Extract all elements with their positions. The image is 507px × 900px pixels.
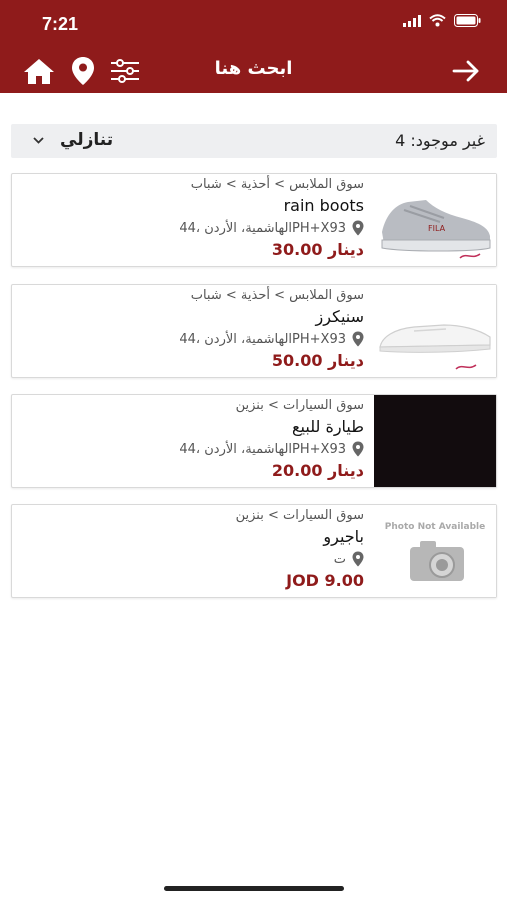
- signal-icon: [403, 14, 421, 27]
- sort-bar: تنازلي غير موجود: 4: [11, 124, 497, 158]
- listing-price: دينار 50.00: [271, 351, 364, 370]
- photo-not-available-text: Photo Not Available: [385, 522, 485, 532]
- sort-order-label: تنازلي: [60, 130, 114, 150]
- listing-card[interactable]: سوق السيارات > بنزين طيارة للبيع الهاشمي…: [11, 394, 497, 488]
- svg-text:FILA: FILA: [428, 224, 446, 233]
- listing-location: الهاشمية، الأردن ،44PH+X93: [179, 331, 364, 347]
- dark-photo-image: [374, 395, 496, 487]
- listing-category: سوق الملابس > أحذية > شباب: [190, 177, 364, 192]
- app-header: 7:21 ابحث هنا: [0, 0, 507, 93]
- location-text: ت: [333, 551, 346, 567]
- listing-info: سوق السيارات > بنزين طيارة للبيع الهاشمي…: [24, 395, 364, 487]
- location-pin-icon: [352, 551, 364, 567]
- listing-card[interactable]: سوق الملابس > أحذية > شباب سنيكرز الهاشم…: [11, 284, 497, 378]
- listing-price: دينار 20.00: [271, 461, 364, 480]
- listing-image: [374, 395, 496, 487]
- status-bar: 7:21: [0, 0, 507, 48]
- results-count: غير موجود: 4: [395, 131, 485, 150]
- status-time: 7:21: [42, 14, 79, 34]
- camera-placeholder-icon: Photo Not Available: [374, 505, 496, 597]
- listing-category: سوق السيارات > بنزين: [235, 508, 364, 523]
- listing-image: [374, 285, 496, 377]
- listing-info: سوق الملابس > أحذية > شباب rain boots ال…: [24, 174, 364, 266]
- status-icons: [403, 14, 481, 27]
- listing-location: الهاشمية، الأردن ،44PH+X93: [179, 220, 364, 236]
- home-indicator[interactable]: [164, 886, 344, 891]
- listing-card[interactable]: FILA سوق الملابس > أحذية > شباب rain boo…: [11, 173, 497, 267]
- white-sneaker-image: [374, 285, 496, 377]
- listing-category: سوق السيارات > بنزين: [235, 398, 364, 413]
- sort-dropdown[interactable]: تنازلي: [33, 130, 113, 150]
- listing-card[interactable]: Photo Not Available سوق السيارات > بنزين…: [11, 504, 497, 598]
- listing-title: سنيكرز: [315, 307, 364, 326]
- wifi-icon: [429, 14, 446, 27]
- forward-button[interactable]: [449, 54, 483, 88]
- listing-location: ت: [334, 551, 364, 567]
- location-pin-icon: [352, 220, 364, 236]
- search-title[interactable]: ابحث هنا: [0, 58, 507, 79]
- listing-price: JOD 9.00: [286, 571, 364, 590]
- listing-location: الهاشمية، الأردن ،44PH+X93: [179, 441, 364, 457]
- listing-image: FILA: [374, 174, 496, 266]
- listing-category: سوق الملابس > أحذية > شباب: [190, 288, 364, 303]
- listing-title: طيارة للبيع: [292, 417, 364, 436]
- arrow-right-icon: [452, 60, 479, 82]
- listing-info: سوق الملابس > أحذية > شباب سنيكرز الهاشم…: [24, 285, 364, 377]
- location-pin-icon: [352, 331, 364, 347]
- gray-sneaker-image: FILA: [374, 174, 496, 266]
- listing-title: باجيرو: [323, 527, 364, 546]
- nav-row: ابحث هنا: [0, 50, 507, 92]
- location-text: الهاشمية، الأردن ،44PH+X93: [179, 441, 346, 457]
- location-text: الهاشمية، الأردن ،44PH+X93: [179, 220, 346, 236]
- chevron-down-icon: [33, 136, 44, 144]
- listing-price: دينار 30.00: [271, 240, 364, 259]
- battery-icon: [454, 14, 481, 27]
- listing-title: rain boots: [283, 196, 364, 215]
- location-pin-icon: [352, 441, 364, 457]
- listing-image: Photo Not Available: [374, 505, 496, 597]
- listing-info: سوق السيارات > بنزين باجيرو ت JOD 9.00: [24, 505, 364, 597]
- location-text: الهاشمية، الأردن ،44PH+X93: [179, 331, 346, 347]
